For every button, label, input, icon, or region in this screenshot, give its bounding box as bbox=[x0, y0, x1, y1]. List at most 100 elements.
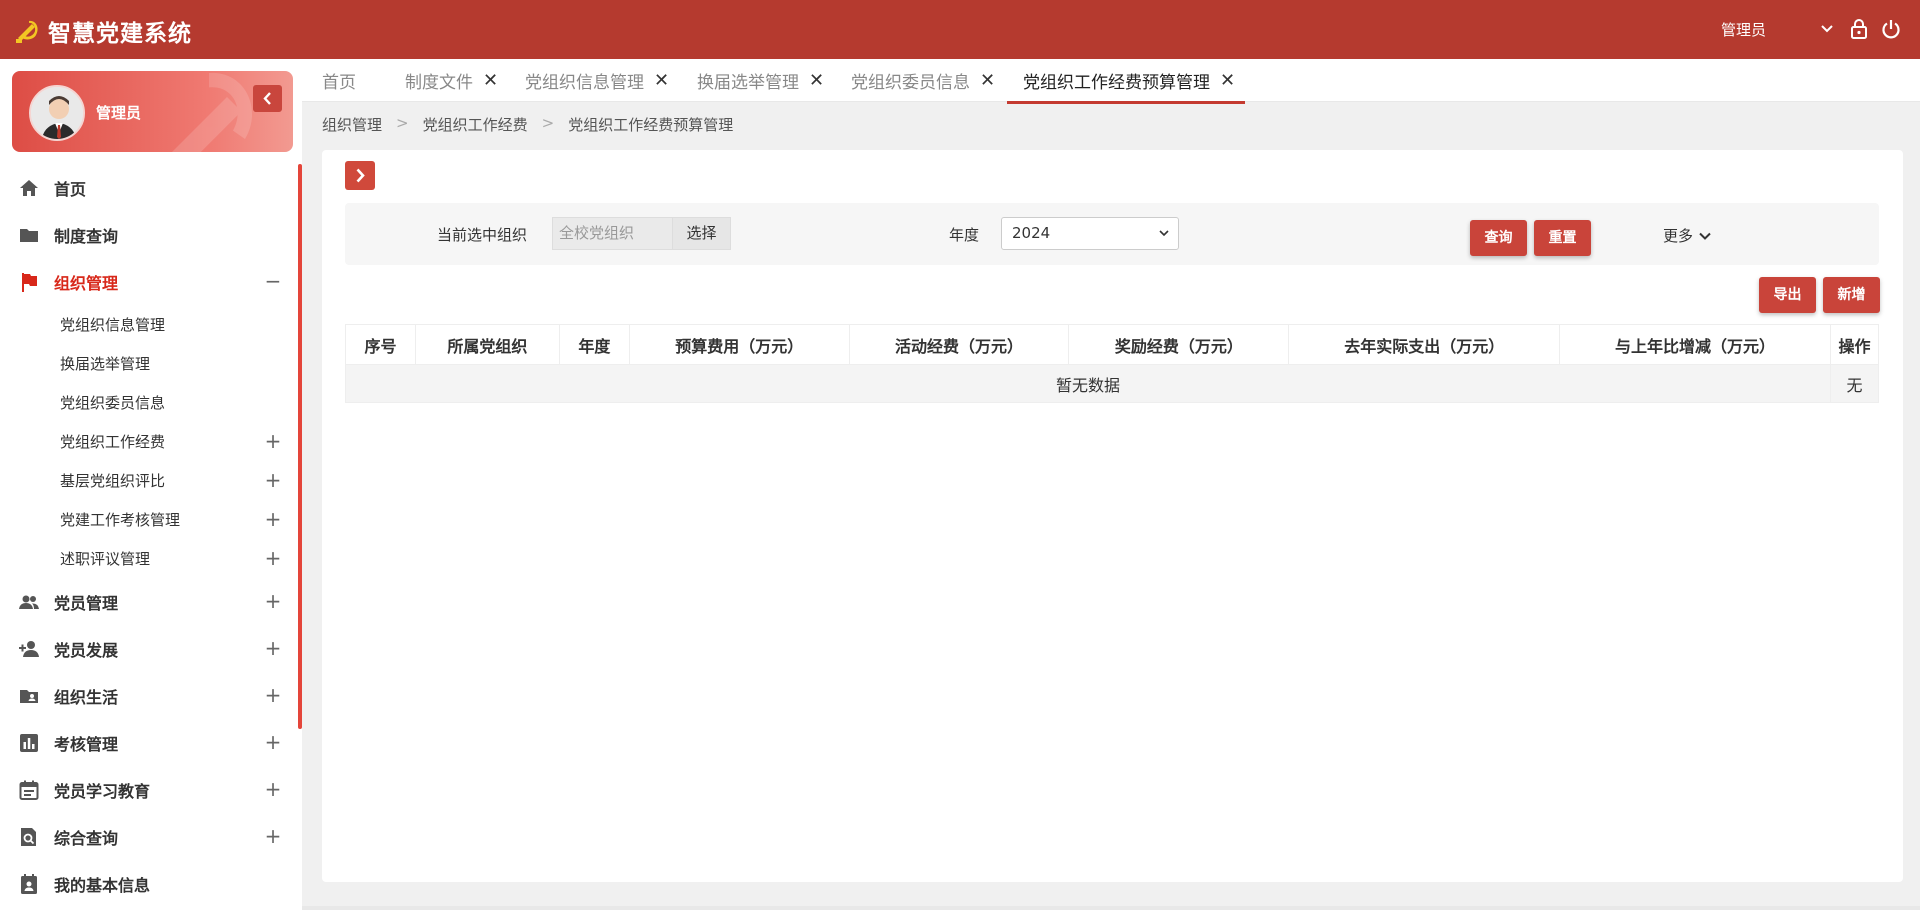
sidebar-subitem-work-funds[interactable]: 党组织工作经费 + bbox=[0, 422, 302, 461]
brand: 智慧党建系统 bbox=[12, 14, 192, 48]
close-icon[interactable]: ✕ bbox=[483, 70, 498, 91]
sidebar-subitem-assessment[interactable]: 党建工作考核管理 + bbox=[0, 500, 302, 539]
sidebar-item-org-life[interactable]: 组织生活 + bbox=[0, 672, 302, 719]
sidebar-item-label: 首页 bbox=[54, 179, 87, 199]
search-form: 当前选中组织 全校党组织 选择 年度 2024 更多 查询 重置 bbox=[345, 203, 1879, 265]
empty-action-cell: 无 bbox=[1829, 364, 1880, 403]
sidebar-subitem-label: 党组织信息管理 bbox=[60, 316, 166, 334]
sidebar-item-policy-query[interactable]: 制度查询 bbox=[0, 211, 302, 258]
decorative-pattern bbox=[172, 72, 253, 152]
sidebar-subitem-review[interactable]: 述职评议管理 + bbox=[0, 539, 302, 578]
avatar bbox=[29, 85, 85, 141]
breadcrumb-item[interactable]: 组织管理 bbox=[322, 114, 382, 135]
sidebar-subitem-grassroots-rating[interactable]: 基层党组织评比 + bbox=[0, 461, 302, 500]
expand-toggle-icon[interactable]: + bbox=[262, 825, 284, 847]
table-header-row: 序号 所属党组织 年度 预算费用（万元） 活动经费（万元） 奖励经费（万元） 去… bbox=[345, 324, 1880, 365]
select-org-button[interactable]: 选择 bbox=[672, 217, 731, 250]
collapse-toggle-icon[interactable]: − bbox=[262, 270, 284, 292]
org-label: 当前选中组织 bbox=[437, 226, 528, 244]
tab-policy-files[interactable]: 制度文件 ✕ bbox=[405, 59, 498, 102]
column-header[interactable]: 去年实际支出（万元） bbox=[1288, 324, 1561, 365]
close-icon[interactable]: ✕ bbox=[980, 70, 995, 91]
sidebar-subitem-election[interactable]: 换届选举管理 bbox=[0, 344, 302, 383]
sidebar-subitem-label: 基层党组织评比 bbox=[60, 472, 166, 490]
tab-label: 制度文件 bbox=[405, 73, 473, 93]
expand-toggle-icon[interactable]: + bbox=[262, 590, 284, 612]
chevron-left-icon bbox=[263, 92, 271, 105]
main-panel: 当前选中组织 全校党组织 选择 年度 2024 更多 查询 重置 导出 新增 序… bbox=[322, 150, 1903, 882]
sidebar-item-org-management[interactable]: 组织管理 − bbox=[0, 258, 302, 305]
chevron-down-icon bbox=[1159, 230, 1169, 237]
sidebar-item-label: 党员学习教育 bbox=[54, 781, 151, 801]
expand-toggle-icon[interactable]: + bbox=[262, 731, 284, 753]
query-button[interactable]: 查询 bbox=[1470, 220, 1527, 256]
sidebar-collapse-button[interactable] bbox=[253, 85, 282, 112]
tab-budget-management[interactable]: 党组织工作经费预算管理 ✕ bbox=[1006, 59, 1246, 104]
home-icon bbox=[20, 179, 38, 196]
flag-icon bbox=[22, 272, 37, 292]
sidebar-item-label: 党员管理 bbox=[54, 593, 119, 613]
expand-toggle-icon[interactable]: + bbox=[262, 508, 284, 530]
reset-button[interactable]: 重置 bbox=[1534, 220, 1591, 256]
sidebar-item-label: 考核管理 bbox=[54, 734, 119, 754]
horizontal-scrollbar[interactable] bbox=[302, 906, 1920, 910]
year-select[interactable]: 2024 bbox=[1001, 217, 1179, 250]
sidebar-scrollbar[interactable] bbox=[298, 164, 302, 729]
expand-toggle-icon[interactable]: + bbox=[262, 684, 284, 706]
sidebar-item-member-development[interactable]: 党员发展 + bbox=[0, 625, 302, 672]
chevron-down-icon[interactable] bbox=[1816, 18, 1838, 40]
sidebar-item-study-education[interactable]: 党员学习教育 + bbox=[0, 766, 302, 813]
tab-bar: 首页 制度文件 ✕ 党组织信息管理 ✕ 换届选举管理 ✕ 党组织委员信息 ✕ 党… bbox=[302, 59, 1920, 104]
tab-election[interactable]: 换届选举管理 ✕ bbox=[697, 59, 824, 102]
breadcrumb-item[interactable]: 党组织工作经费 bbox=[423, 114, 528, 135]
breadcrumb-separator: > bbox=[541, 114, 555, 132]
tab-home[interactable]: 首页 bbox=[322, 59, 356, 102]
export-button[interactable]: 导出 bbox=[1759, 277, 1816, 313]
column-header[interactable]: 年度 bbox=[558, 324, 630, 365]
bar-chart-icon bbox=[20, 733, 38, 752]
add-button[interactable]: 新增 bbox=[1823, 277, 1880, 313]
expand-search-button[interactable] bbox=[345, 161, 375, 190]
sidebar-subitem-label: 党组织工作经费 bbox=[60, 433, 166, 451]
close-icon[interactable]: ✕ bbox=[654, 70, 669, 91]
sidebar-item-my-info[interactable]: 我的基本信息 bbox=[0, 860, 302, 907]
expand-toggle-icon[interactable]: + bbox=[262, 547, 284, 569]
expand-toggle-icon[interactable]: + bbox=[262, 469, 284, 491]
table-row: 暂无数据 无 bbox=[345, 364, 1880, 403]
sidebar-item-label: 制度查询 bbox=[54, 226, 119, 246]
column-header[interactable]: 序号 bbox=[345, 324, 416, 365]
tab-org-info[interactable]: 党组织信息管理 ✕ bbox=[525, 59, 669, 102]
sidebar-subitem-label: 述职评议管理 bbox=[60, 550, 151, 568]
column-header[interactable]: 活动经费（万元） bbox=[848, 324, 1070, 365]
sidebar-item-assessment[interactable]: 考核管理 + bbox=[0, 719, 302, 766]
lock-icon[interactable] bbox=[1848, 18, 1870, 40]
header-username[interactable]: 管理员 bbox=[1721, 19, 1766, 40]
column-header[interactable]: 奖励经费（万元） bbox=[1068, 324, 1290, 365]
sidebar-subitem-org-info[interactable]: 党组织信息管理 bbox=[0, 305, 302, 344]
column-header[interactable]: 预算费用（万元） bbox=[628, 324, 850, 365]
expand-toggle-icon[interactable]: + bbox=[262, 778, 284, 800]
close-icon[interactable]: ✕ bbox=[1220, 70, 1235, 91]
tab-label: 首页 bbox=[322, 73, 356, 93]
profile-card: 管理员 bbox=[12, 71, 293, 152]
sidebar-item-label: 我的基本信息 bbox=[54, 875, 151, 895]
sidebar-item-home[interactable]: 首页 bbox=[0, 164, 302, 211]
more-filters-toggle[interactable]: 更多 bbox=[1663, 225, 1713, 246]
calendar-icon bbox=[19, 780, 39, 800]
org-input[interactable]: 全校党组织 bbox=[552, 217, 672, 250]
sidebar-item-member-management[interactable]: 党员管理 + bbox=[0, 578, 302, 625]
year-label: 年度 bbox=[949, 226, 980, 244]
add-person-icon bbox=[19, 640, 39, 657]
expand-toggle-icon[interactable]: + bbox=[262, 637, 284, 659]
tab-committee[interactable]: 党组织委员信息 ✕ bbox=[851, 59, 995, 102]
sidebar-subitem-label: 党建工作考核管理 bbox=[60, 511, 181, 529]
budget-table: 序号 所属党组织 年度 预算费用（万元） 活动经费（万元） 奖励经费（万元） 去… bbox=[345, 324, 1880, 403]
power-icon[interactable] bbox=[1880, 18, 1902, 40]
expand-toggle-icon[interactable]: + bbox=[262, 430, 284, 452]
sidebar-subitem-committee[interactable]: 党组织委员信息 bbox=[0, 383, 302, 422]
sidebar-item-comprehensive-query[interactable]: 综合查询 + bbox=[0, 813, 302, 860]
column-header[interactable]: 所属党组织 bbox=[414, 324, 560, 365]
column-header[interactable]: 与上年比增减（万元） bbox=[1559, 324, 1831, 365]
close-icon[interactable]: ✕ bbox=[809, 70, 824, 91]
folder-icon bbox=[20, 228, 38, 242]
